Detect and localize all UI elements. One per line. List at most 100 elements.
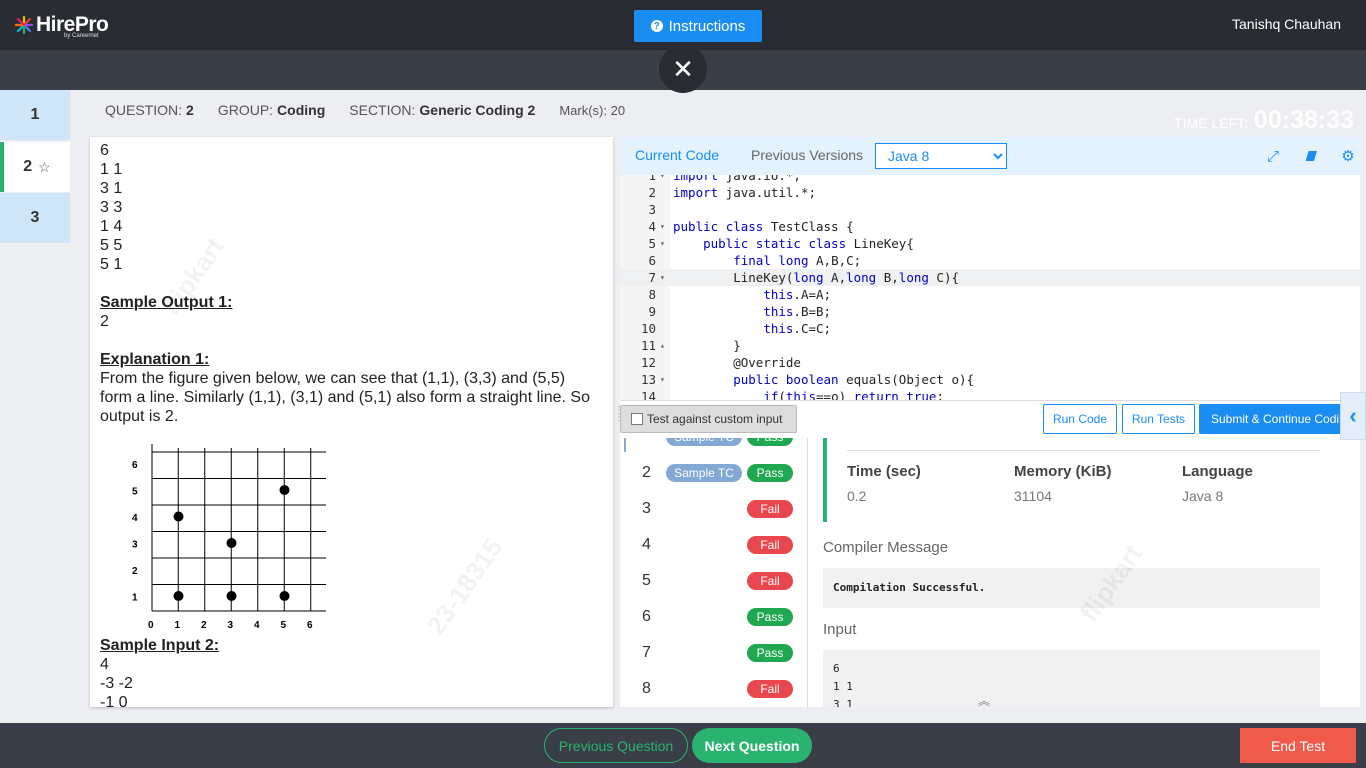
eraser-icon[interactable] — [1302, 147, 1320, 165]
input-line: 6 — [833, 662, 840, 675]
code-line[interactable]: 3 — [620, 201, 1360, 218]
line-number: 11 — [640, 338, 656, 353]
question-nav-item-3[interactable]: 3 — [0, 193, 70, 243]
test-result-row[interactable]: Sample TC Pass — [620, 438, 807, 456]
graph-y-tick: 1 — [132, 593, 138, 604]
graph-x-tick: 0 — [148, 620, 154, 631]
test-result-row[interactable]: 2 Sample TC Pass — [620, 456, 807, 492]
section-label: SECTION: — [349, 102, 416, 118]
test-number: 8 — [642, 680, 651, 697]
code-line[interactable]: 14 if(this==o) return true; — [620, 388, 1360, 400]
status-badge: Pass — [747, 608, 793, 626]
code-line[interactable]: 1 ▾ import java.io.*; — [620, 175, 1360, 184]
code-line[interactable]: 4 ▾ public class TestClass { — [620, 218, 1360, 235]
sample-input-1: 6 1 1 3 1 3 3 1 4 5 5 5 1 — [100, 141, 603, 274]
test-result-row[interactable]: 3 Fail — [620, 492, 807, 528]
user-name: Tanishq Chauhan — [1232, 16, 1341, 32]
code-text: public class TestClass { — [673, 219, 854, 234]
question-nav-item-1[interactable]: 1 — [0, 90, 70, 140]
end-test-button[interactable]: End Test — [1240, 728, 1356, 763]
code-line[interactable]: 9 this.B=B; — [620, 303, 1360, 320]
explanation-line: form a line. Similarly (1,1), (3,1) and … — [100, 389, 590, 406]
fold-toggle-icon[interactable]: ▾ — [660, 218, 665, 235]
test-number: 3 — [642, 500, 651, 517]
input-line: 3 3 — [100, 199, 123, 216]
line-number: 7 — [648, 270, 656, 285]
code-line[interactable]: 6 final long A,B,C; — [620, 252, 1360, 269]
bottom-bar: Previous Question Next Question End Test — [0, 723, 1366, 768]
marks-value: 20 — [610, 103, 626, 118]
time-label: Time (sec) — [847, 463, 921, 480]
custom-input-toggle[interactable]: Test against custom input — [620, 405, 797, 433]
line-number: 9 — [648, 304, 656, 319]
code-line[interactable]: 10 this.C=C; — [620, 320, 1360, 337]
previous-question-button[interactable]: Previous Question — [544, 728, 688, 763]
code-line[interactable]: 13 ▾ public boolean equals(Object o){ — [620, 371, 1360, 388]
test-result-row[interactable]: 8 Fail — [620, 672, 807, 707]
close-icon[interactable]: ✕ — [659, 45, 707, 93]
graph-y-tick: 6 — [132, 460, 138, 471]
custom-input-checkbox[interactable] — [631, 413, 643, 425]
language-select[interactable]: Java 8 — [875, 143, 1007, 169]
tab-current-code[interactable]: Current Code — [635, 147, 719, 163]
run-code-button[interactable]: Run Code — [1043, 404, 1117, 434]
group-label: GROUP: — [217, 102, 274, 118]
line-number: 2 — [648, 185, 656, 200]
hirepro-logo: HirePro by Careernet — [14, 13, 114, 41]
input-line: 5 5 — [100, 237, 123, 254]
code-line[interactable]: 8 this.A=A; — [620, 286, 1360, 303]
input-line: 1 1 — [833, 680, 853, 693]
code-line[interactable]: 2 import java.util.*; — [620, 184, 1360, 201]
test-number: 5 — [642, 572, 651, 589]
test-result-row[interactable]: 7 Pass — [620, 636, 807, 672]
fold-toggle-icon[interactable]: ▴ — [660, 337, 665, 354]
status-badge: Fail — [747, 680, 793, 698]
editor-header: Current Code Previous Versions Java 8 ⤢ … — [620, 137, 1360, 175]
resize-handle-icon[interactable]: ⋮ ⋮ — [614, 406, 624, 423]
section-value: Generic Coding 2 — [419, 102, 536, 118]
logo-subtext: by Careernet — [64, 33, 99, 39]
expand-icon[interactable]: ⤢ — [1264, 147, 1282, 165]
selected-row-indicator — [624, 438, 626, 452]
code-line[interactable]: 11 ▴ } — [620, 337, 1360, 354]
question-circle-icon: ? — [650, 20, 663, 32]
test-result-row[interactable]: 4 Fail — [620, 528, 807, 564]
graph-point — [173, 591, 184, 601]
fold-toggle-icon[interactable]: ▾ — [660, 235, 665, 252]
submit-continue-button[interactable]: Submit & Continue Coding — [1199, 404, 1360, 434]
input-label: Input — [823, 621, 857, 638]
graph-x-tick: 1 — [175, 620, 181, 631]
sample-tc-badge: Sample TC — [666, 464, 742, 482]
star-icon[interactable]: ☆ — [38, 159, 51, 176]
explanation-line: output is 2. — [100, 408, 179, 425]
test-number: 2 — [642, 464, 651, 481]
status-badge: Fail — [747, 536, 793, 554]
test-result-row[interactable]: 6 Pass — [620, 600, 807, 636]
run-tests-button[interactable]: Run Tests — [1122, 404, 1195, 434]
collapse-panel-chevron-icon[interactable]: ‹ — [1340, 392, 1366, 440]
timer-value: 00:38:33 — [1253, 106, 1354, 134]
tab-previous-versions[interactable]: Previous Versions — [751, 147, 863, 163]
logo-sparkle-icon — [14, 15, 34, 35]
code-editor[interactable]: 1 ▾ import java.io.*; 2 import java.util.*; 3… — [620, 175, 1360, 400]
graph-point — [226, 538, 237, 548]
fold-toggle-icon[interactable]: ▾ — [660, 269, 665, 286]
test-number: 6 — [642, 608, 651, 625]
fold-toggle-icon[interactable]: ▾ — [660, 371, 665, 388]
fold-toggle-icon[interactable]: ▾ — [660, 175, 665, 184]
question-field: QUESTION: 2 — [105, 102, 194, 118]
code-line[interactable]: 7 ▾ LineKey(long A,long B,long C){ — [620, 269, 1360, 286]
input-line: 6 — [100, 142, 109, 159]
code-line[interactable]: 5 ▾ public static class LineKey{ — [620, 235, 1360, 252]
scroll-up-chevron-icon[interactable]: ︽ — [978, 692, 990, 707]
code-line[interactable]: 12 @Override — [620, 354, 1360, 371]
instructions-button[interactable]: ? Instructions — [634, 10, 762, 42]
timer: TIME LEFT: 00:38:33 — [1174, 106, 1354, 135]
gear-icon[interactable]: ⚙ — [1339, 147, 1357, 165]
next-question-button[interactable]: Next Question — [692, 728, 812, 763]
graph-x-tick: 4 — [254, 620, 260, 631]
question-nav-item-2[interactable]: 2 ☆ — [0, 142, 70, 192]
graph-point — [173, 511, 184, 522]
language-label: Language — [1182, 463, 1253, 480]
test-result-row[interactable]: 5 Fail — [620, 564, 807, 600]
